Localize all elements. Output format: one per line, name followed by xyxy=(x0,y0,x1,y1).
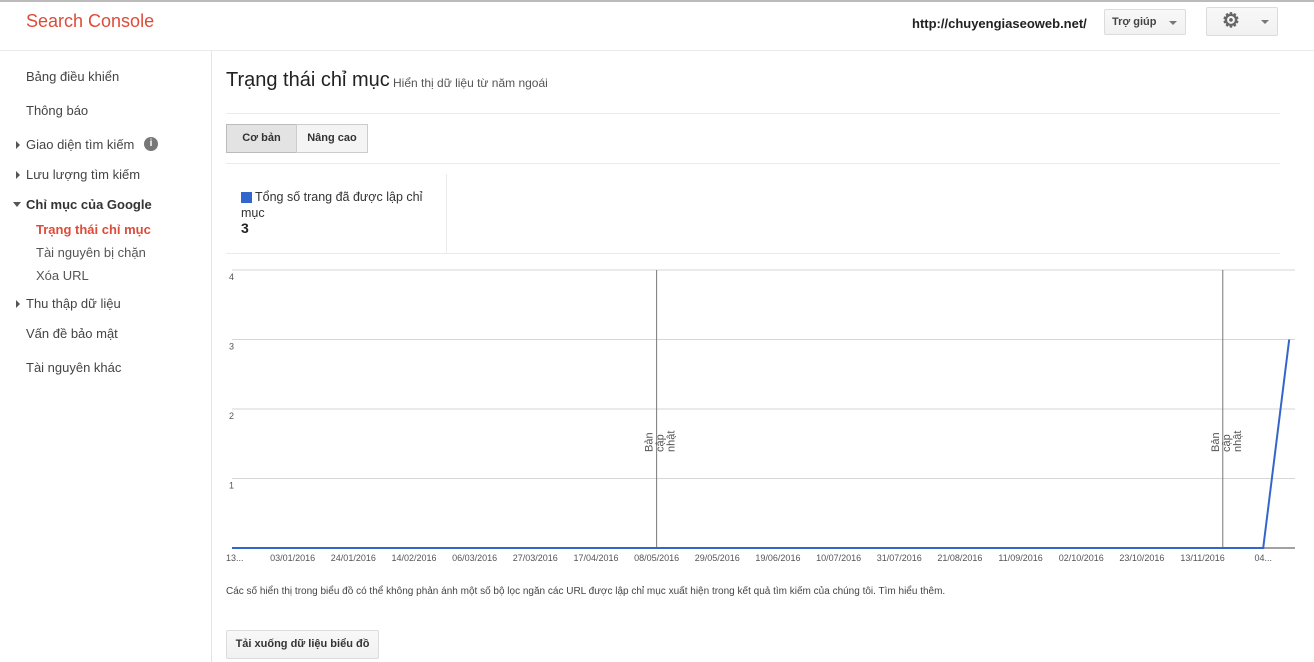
x-tick-label: 17/04/2016 xyxy=(573,553,618,563)
help-button-label: Trợ giúp xyxy=(1112,16,1157,28)
gear-icon: ⚙ xyxy=(1222,10,1240,32)
sidebar-item-remove-urls[interactable]: Xóa URL xyxy=(36,268,89,283)
sidebar-item-crawl[interactable]: Thu thập dữ liệu xyxy=(26,296,121,311)
download-chart-data-button[interactable]: Tải xuống dữ liệu biểu đồ xyxy=(226,630,379,659)
x-tick-label: 02/10/2016 xyxy=(1059,553,1104,563)
x-tick-label: 24/01/2016 xyxy=(331,553,376,563)
tab-basic[interactable]: Cơ bản xyxy=(226,124,297,153)
header-divider xyxy=(0,50,1314,51)
y-tick-label: 4 xyxy=(229,272,234,282)
chevron-down-icon xyxy=(1261,20,1269,24)
y-tick-label: 2 xyxy=(229,411,234,421)
series-line xyxy=(232,339,1291,549)
x-tick-label: 19/06/2016 xyxy=(755,553,800,563)
x-tick-label: 11/09/2016 xyxy=(998,553,1042,563)
collapse-arrow-icon[interactable] xyxy=(13,202,21,207)
sidebar-item-dashboard[interactable]: Bảng điều khiển xyxy=(26,69,119,84)
x-tick-label: 04... xyxy=(1254,553,1272,563)
sidebar-item-google-index[interactable]: Chỉ mục của Google xyxy=(26,197,152,212)
x-tick-label: 31/07/2016 xyxy=(877,553,922,563)
expand-arrow-icon[interactable] xyxy=(16,171,20,179)
x-tick-label: 13/11/2016 xyxy=(1180,553,1224,563)
page-subtitle: Hiển thị dữ liệu từ năm ngoái xyxy=(393,76,548,90)
sidebar-item-other-resources[interactable]: Tài nguyên khác xyxy=(26,360,121,375)
x-tick-label: 14/02/2016 xyxy=(391,553,436,563)
settings-button[interactable]: ⚙ xyxy=(1206,7,1278,36)
stat-label: Tổng số trang đã được lập chỉ mục xyxy=(241,190,423,220)
annotation-label: nhật xyxy=(1232,431,1244,452)
info-icon[interactable]: i xyxy=(144,137,158,151)
x-tick-label: 29/05/2016 xyxy=(695,553,740,563)
top-border xyxy=(0,0,1314,2)
sidebar-item-search-traffic[interactable]: Lưu lượng tìm kiếm xyxy=(26,167,140,182)
x-tick-label: 08/05/2016 xyxy=(634,553,679,563)
y-tick-label: 3 xyxy=(229,342,234,352)
x-tick-label: 27/03/2016 xyxy=(513,553,558,563)
x-tick-label: 13... xyxy=(226,553,244,563)
app-logo[interactable]: Search Console xyxy=(26,11,154,32)
divider xyxy=(226,253,1280,254)
chart-footnote: Các số hiển thị trong biểu đồ có thể khô… xyxy=(226,586,946,597)
x-tick-label: 06/03/2016 xyxy=(452,553,497,563)
x-tick-label: 10/07/2016 xyxy=(816,553,861,563)
divider xyxy=(226,113,1280,114)
help-button[interactable]: Trợ giúp xyxy=(1104,9,1186,35)
sidebar-item-messages[interactable]: Thông báo xyxy=(26,103,88,118)
divider xyxy=(226,163,1280,164)
x-tick-label: 23/10/2016 xyxy=(1119,553,1164,563)
sidebar-item-security-issues[interactable]: Vấn đề bảo mật xyxy=(26,326,118,341)
expand-arrow-icon[interactable] xyxy=(16,141,20,149)
sidebar-item-index-status[interactable]: Trạng thái chỉ mục xyxy=(36,222,151,237)
tab-advanced[interactable]: Nâng cao xyxy=(296,124,368,153)
x-tick-label: 21/08/2016 xyxy=(937,553,982,563)
annotation-label: nhật xyxy=(666,431,678,452)
stat-value: 3 xyxy=(241,220,249,236)
chevron-down-icon xyxy=(1169,21,1177,25)
expand-arrow-icon[interactable] xyxy=(16,300,20,308)
sidebar-item-search-appearance[interactable]: Giao diện tìm kiếm xyxy=(26,137,134,152)
y-tick-label: 1 xyxy=(229,481,234,491)
page-title: Trạng thái chỉ mục xyxy=(226,69,390,91)
index-status-chart: 1234Bản cập nhật Bản cập nhật13... 03/01/2016 2… xyxy=(226,269,1295,563)
sidebar-divider xyxy=(211,51,212,662)
x-tick-label: 03/01/2016 xyxy=(270,553,315,563)
sidebar-item-blocked-resources[interactable]: Tài nguyên bị chặn xyxy=(36,245,146,260)
site-url: http://chuyengiaseoweb.net/ xyxy=(912,16,1087,31)
